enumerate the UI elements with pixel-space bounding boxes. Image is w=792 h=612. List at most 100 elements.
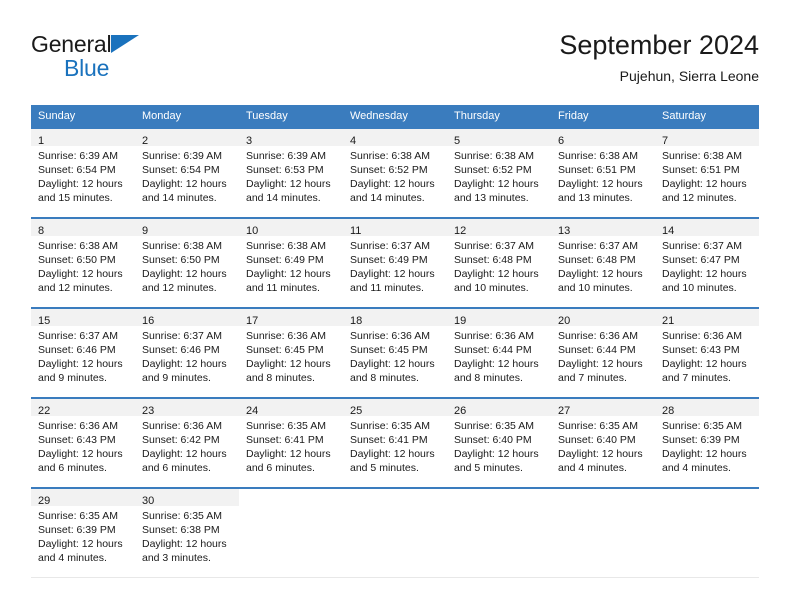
sunrise-text: Sunrise: 6:37 AM xyxy=(662,240,742,252)
calendar-day-cell[interactable]: 1 Sunrise: 6:39 AM Sunset: 6:54 PM Daylight… xyxy=(31,127,135,218)
sunrise-text: Sunrise: 6:36 AM xyxy=(38,420,118,432)
calendar-day-cell[interactable]: 28 Sunrise: 6:35 AM Sunset: 6:39 PM Dayligh… xyxy=(655,397,759,488)
sunset-text: Sunset: 6:49 PM xyxy=(246,254,324,266)
day-number: 1 xyxy=(38,135,45,147)
day-cell-details: Sunrise: 6:38 AM Sunset: 6:50 PM Daylight:… xyxy=(31,236,135,295)
calendar-grid: Sunday Monday Tuesday Wednesday Thursday… xyxy=(31,105,759,578)
calendar-day-cell[interactable]: 16 Sunrise: 6:37 AM Sunset: 6:46 PM Dayligh… xyxy=(135,307,239,398)
calendar-day-cell[interactable] xyxy=(551,487,655,578)
daylight-text-line1: Daylight: 12 hours xyxy=(350,268,435,280)
calendar-day-cell[interactable]: 29 Sunrise: 6:35 AM Sunset: 6:39 PM Dayligh… xyxy=(31,487,135,578)
sunrise-text: Sunrise: 6:35 AM xyxy=(662,420,742,432)
daylight-text-line1: Daylight: 12 hours xyxy=(350,178,435,190)
weekday-header-saturday: Saturday xyxy=(655,105,759,128)
daylight-text-line2: and 12 minutes. xyxy=(662,192,737,204)
daylight-text-line1: Daylight: 12 hours xyxy=(558,268,643,280)
calendar-day-cell[interactable]: 11 Sunrise: 6:37 AM Sunset: 6:49 PM Dayligh… xyxy=(343,217,447,308)
day-number: 10 xyxy=(246,225,259,237)
daylight-text-line2: and 7 minutes. xyxy=(662,372,731,384)
sunset-text: Sunset: 6:38 PM xyxy=(142,524,220,536)
calendar-day-cell[interactable]: 15 Sunrise: 6:37 AM Sunset: 6:46 PM Dayligh… xyxy=(31,307,135,398)
calendar-day-cell[interactable]: 10 Sunrise: 6:38 AM Sunset: 6:49 PM Dayligh… xyxy=(239,217,343,308)
sunset-text: Sunset: 6:44 PM xyxy=(454,344,532,356)
daylight-text-line1: Daylight: 12 hours xyxy=(662,178,747,190)
calendar-day-cell[interactable] xyxy=(239,487,343,578)
day-cell-content: 1 Sunrise: 6:39 AM Sunset: 6:54 PM Daylight… xyxy=(31,129,135,217)
day-cell-details: Sunrise: 6:36 AM Sunset: 6:45 PM Daylight:… xyxy=(239,326,343,385)
calendar-day-cell[interactable]: 18 Sunrise: 6:36 AM Sunset: 6:45 PM Dayligh… xyxy=(343,307,447,398)
calendar-day-cell[interactable]: 26 Sunrise: 6:35 AM Sunset: 6:40 PM Dayligh… xyxy=(447,397,551,488)
sunset-text: Sunset: 6:41 PM xyxy=(350,434,428,446)
calendar-day-cell[interactable]: 21 Sunrise: 6:36 AM Sunset: 6:43 PM Dayligh… xyxy=(655,307,759,398)
calendar-week-row: 15 Sunrise: 6:37 AM Sunset: 6:46 PM Dayligh… xyxy=(31,307,759,398)
daylight-text-line1: Daylight: 12 hours xyxy=(662,448,747,460)
calendar-day-cell[interactable]: 25 Sunrise: 6:35 AM Sunset: 6:41 PM Dayligh… xyxy=(343,397,447,488)
calendar-day-cell[interactable]: 17 Sunrise: 6:36 AM Sunset: 6:45 PM Dayligh… xyxy=(239,307,343,398)
calendar-day-cell[interactable]: 27 Sunrise: 6:35 AM Sunset: 6:40 PM Dayligh… xyxy=(551,397,655,488)
day-cell-details: Sunrise: 6:38 AM Sunset: 6:52 PM Daylight:… xyxy=(343,146,447,205)
calendar-day-cell[interactable] xyxy=(447,487,551,578)
sunrise-text: Sunrise: 6:37 AM xyxy=(454,240,534,252)
day-cell-content: 7 Sunrise: 6:38 AM Sunset: 6:51 PM Daylight… xyxy=(655,129,759,217)
day-number: 13 xyxy=(558,225,571,237)
calendar-day-cell[interactable]: 8 Sunrise: 6:38 AM Sunset: 6:50 PM Daylight… xyxy=(31,217,135,308)
sunrise-text: Sunrise: 6:35 AM xyxy=(350,420,430,432)
calendar-day-cell[interactable]: 9 Sunrise: 6:38 AM Sunset: 6:50 PM Daylight… xyxy=(135,217,239,308)
day-cell-details xyxy=(655,506,759,509)
day-number-band xyxy=(551,489,655,506)
day-number-band: 23 xyxy=(135,399,239,417)
calendar-day-cell[interactable]: 3 Sunrise: 6:39 AM Sunset: 6:53 PM Daylight… xyxy=(239,127,343,218)
calendar-day-cell[interactable]: 5 Sunrise: 6:38 AM Sunset: 6:52 PM Daylight… xyxy=(447,127,551,218)
day-cell-content: 21 Sunrise: 6:36 AM Sunset: 6:43 PM Dayligh… xyxy=(655,309,759,397)
calendar-day-cell[interactable]: 22 Sunrise: 6:36 AM Sunset: 6:43 PM Dayligh… xyxy=(31,397,135,488)
calendar-day-cell[interactable]: 6 Sunrise: 6:38 AM Sunset: 6:51 PM Daylight… xyxy=(551,127,655,218)
sunrise-text: Sunrise: 6:38 AM xyxy=(454,150,534,162)
sunset-text: Sunset: 6:40 PM xyxy=(454,434,532,446)
day-number-band: 6 xyxy=(551,129,655,147)
calendar-day-cell[interactable]: 7 Sunrise: 6:38 AM Sunset: 6:51 PM Daylight… xyxy=(655,127,759,218)
calendar-day-cell[interactable]: 12 Sunrise: 6:37 AM Sunset: 6:48 PM Dayligh… xyxy=(447,217,551,308)
day-number: 14 xyxy=(662,225,675,237)
sunrise-text: Sunrise: 6:36 AM xyxy=(662,330,742,342)
daylight-text-line1: Daylight: 12 hours xyxy=(38,448,123,460)
sunset-text: Sunset: 6:39 PM xyxy=(38,524,116,536)
day-cell-content: 13 Sunrise: 6:37 AM Sunset: 6:48 PM Dayligh… xyxy=(551,219,655,307)
sunset-text: Sunset: 6:50 PM xyxy=(38,254,116,266)
calendar-day-cell[interactable] xyxy=(343,487,447,578)
day-cell-details xyxy=(551,506,655,509)
day-number: 23 xyxy=(142,405,155,417)
day-number-band: 19 xyxy=(447,309,551,327)
day-number: 22 xyxy=(38,405,51,417)
calendar-day-cell[interactable]: 23 Sunrise: 6:36 AM Sunset: 6:42 PM Dayligh… xyxy=(135,397,239,488)
sunset-text: Sunset: 6:46 PM xyxy=(38,344,116,356)
daylight-text-line1: Daylight: 12 hours xyxy=(38,268,123,280)
daylight-text-line1: Daylight: 12 hours xyxy=(38,538,123,550)
day-number: 16 xyxy=(142,315,155,327)
day-cell-content: 17 Sunrise: 6:36 AM Sunset: 6:45 PM Dayligh… xyxy=(239,309,343,397)
day-number: 24 xyxy=(246,405,259,417)
sunset-text: Sunset: 6:50 PM xyxy=(142,254,220,266)
calendar-day-cell[interactable]: 20 Sunrise: 6:36 AM Sunset: 6:44 PM Dayligh… xyxy=(551,307,655,398)
calendar-day-cell[interactable]: 4 Sunrise: 6:38 AM Sunset: 6:52 PM Daylight… xyxy=(343,127,447,218)
day-cell-content: 4 Sunrise: 6:38 AM Sunset: 6:52 PM Daylight… xyxy=(343,129,447,217)
calendar-day-cell[interactable]: 30 Sunrise: 6:35 AM Sunset: 6:38 PM Dayligh… xyxy=(135,487,239,578)
calendar-day-cell[interactable]: 14 Sunrise: 6:37 AM Sunset: 6:47 PM Dayligh… xyxy=(655,217,759,308)
calendar-day-cell[interactable]: 19 Sunrise: 6:36 AM Sunset: 6:44 PM Dayligh… xyxy=(447,307,551,398)
daylight-text-line2: and 8 minutes. xyxy=(246,372,315,384)
weekday-header-friday: Friday xyxy=(551,105,655,128)
calendar-day-cell[interactable] xyxy=(655,487,759,578)
day-number-band: 9 xyxy=(135,219,239,237)
day-cell-content: 6 Sunrise: 6:38 AM Sunset: 6:51 PM Daylight… xyxy=(551,129,655,217)
day-number: 29 xyxy=(38,495,51,507)
day-number: 15 xyxy=(38,315,51,327)
daylight-text-line1: Daylight: 12 hours xyxy=(246,358,331,370)
calendar-day-cell[interactable]: 13 Sunrise: 6:37 AM Sunset: 6:48 PM Dayligh… xyxy=(551,217,655,308)
sunset-text: Sunset: 6:49 PM xyxy=(350,254,428,266)
day-cell-content: 20 Sunrise: 6:36 AM Sunset: 6:44 PM Dayligh… xyxy=(551,309,655,397)
calendar-day-cell[interactable]: 2 Sunrise: 6:39 AM Sunset: 6:54 PM Daylight… xyxy=(135,127,239,218)
calendar-day-cell[interactable]: 24 Sunrise: 6:35 AM Sunset: 6:41 PM Dayligh… xyxy=(239,397,343,488)
page-header: General Blue September 2024 Pujehun, Sie… xyxy=(31,28,759,98)
generalblue-logo[interactable]: General Blue xyxy=(31,32,251,90)
daylight-text-line2: and 9 minutes. xyxy=(142,372,211,384)
sunset-text: Sunset: 6:47 PM xyxy=(662,254,740,266)
